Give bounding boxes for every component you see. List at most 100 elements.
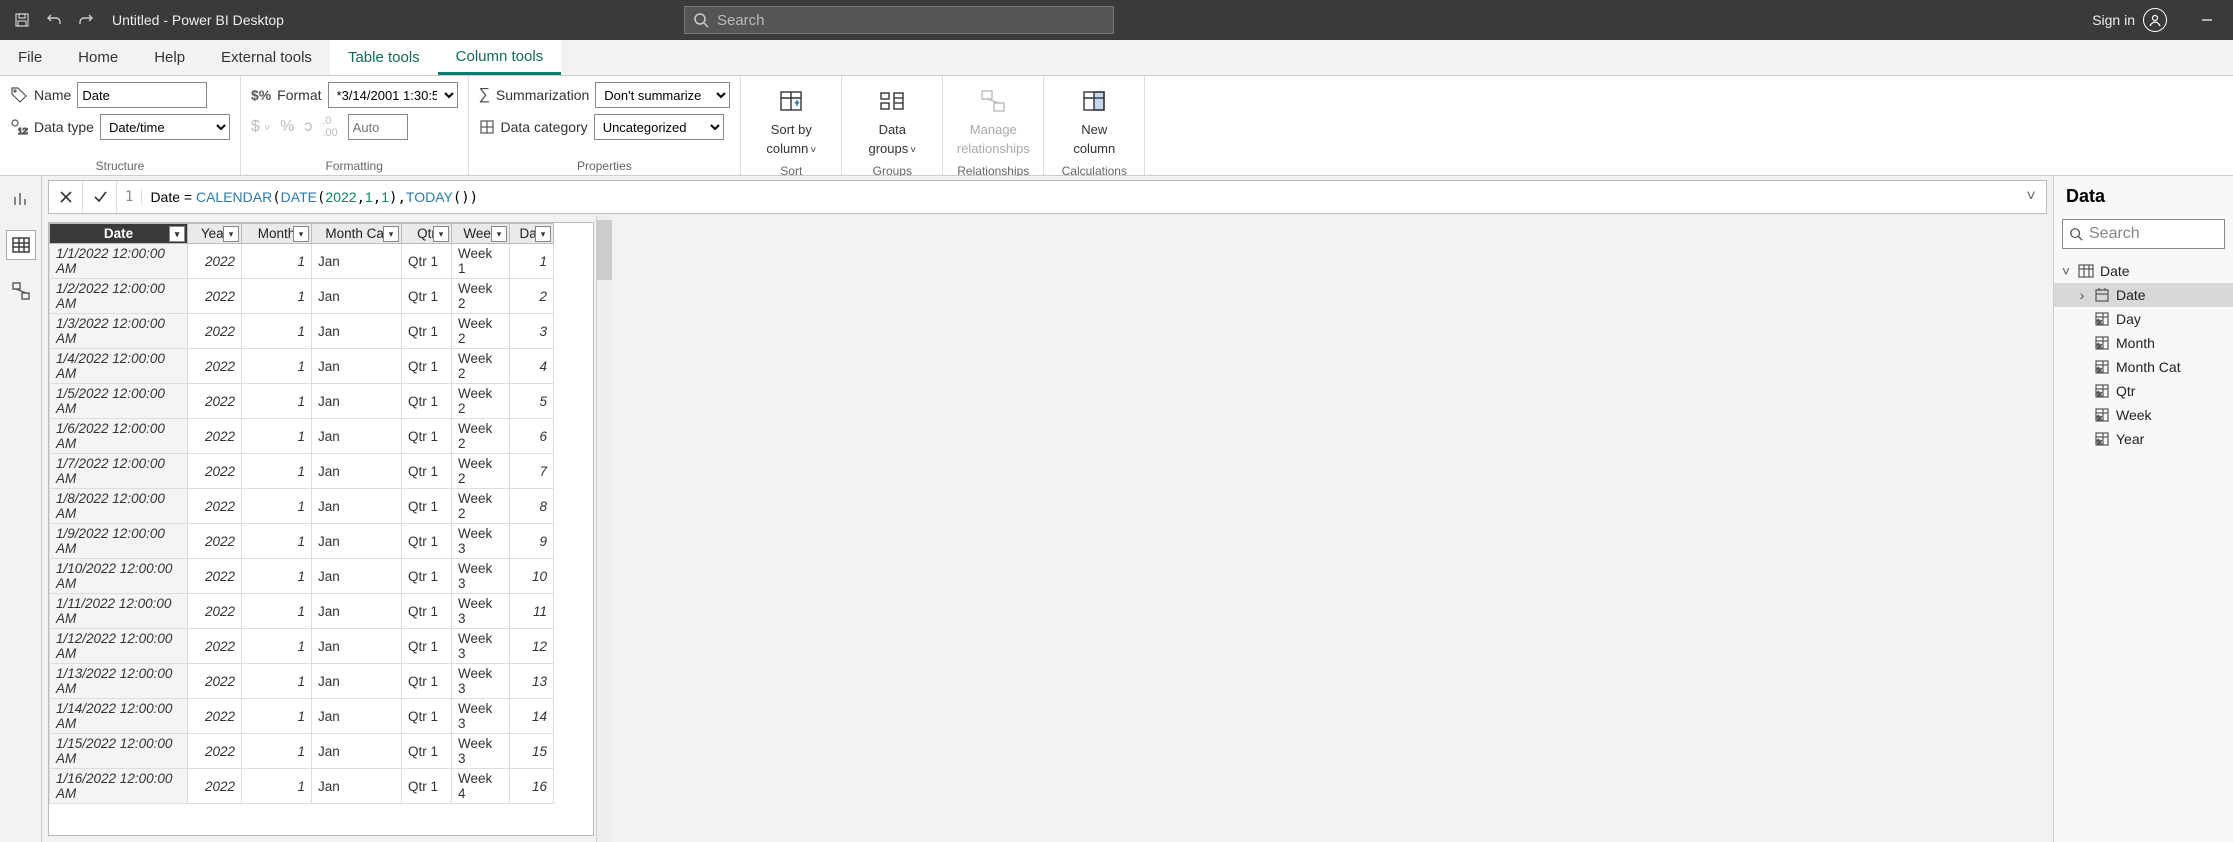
- table-row[interactable]: 1/6/2022 12:00:00 AM20221JanQtr 1Week 26: [50, 419, 554, 454]
- column-header-week[interactable]: Week▾: [452, 224, 510, 244]
- table-row[interactable]: 1/2/2022 12:00:00 AM20221JanQtr 1Week 22: [50, 279, 554, 314]
- data-view-button[interactable]: [6, 230, 36, 260]
- save-icon[interactable]: [6, 4, 38, 36]
- table-row[interactable]: 1/12/2022 12:00:00 AM20221JanQtr 1Week 3…: [50, 629, 554, 664]
- table-row[interactable]: 1/3/2022 12:00:00 AM20221JanQtr 1Week 23: [50, 314, 554, 349]
- manage-relationships-button[interactable]: Manage relationships: [953, 82, 1033, 162]
- table-row[interactable]: 1/5/2022 12:00:00 AM20221JanQtr 1Week 25: [50, 384, 554, 419]
- filter-dropdown-icon[interactable]: ▾: [433, 226, 449, 242]
- table-row[interactable]: 1/16/2022 12:00:00 AM20221JanQtr 1Week 4…: [50, 769, 554, 804]
- filter-dropdown-icon[interactable]: ▾: [535, 226, 551, 242]
- formula-line-number: 1: [117, 189, 142, 205]
- ribbon-group-formatting: $% Format *3/14/2001 1:30:55… $ ˅ % ↄ .0…: [241, 76, 469, 175]
- formula-expand-button[interactable]: ˅: [2016, 188, 2046, 206]
- column-header-year[interactable]: Year▾: [188, 224, 242, 244]
- vertical-scrollbar[interactable]: [596, 216, 612, 842]
- name-input[interactable]: [77, 82, 207, 108]
- minimize-button[interactable]: [2187, 0, 2227, 40]
- redo-icon[interactable]: [70, 4, 102, 36]
- ribbon-group-groups: Data groups˅ Groups: [842, 76, 943, 175]
- filter-dropdown-icon[interactable]: ▾: [169, 226, 185, 242]
- field-qtr[interactable]: fxQtr: [2054, 379, 2233, 403]
- chevron-down-icon: ˅: [2060, 263, 2072, 279]
- percent-button[interactable]: %: [280, 118, 294, 136]
- fields-search[interactable]: Search: [2062, 219, 2225, 249]
- table-row[interactable]: 1/8/2022 12:00:00 AM20221JanQtr 1Week 28: [50, 489, 554, 524]
- column-header-date[interactable]: Date▾: [50, 224, 188, 244]
- ribbon: Name 123 Data type Date/time Structure $…: [0, 76, 2233, 176]
- summarization-select[interactable]: Don't summarize: [595, 82, 730, 108]
- table-row[interactable]: 1/14/2022 12:00:00 AM20221JanQtr 1Week 3…: [50, 699, 554, 734]
- category-icon: [479, 119, 495, 135]
- currency-button[interactable]: $ ˅: [251, 118, 270, 136]
- datacategory-select[interactable]: Uncategorized: [594, 114, 724, 140]
- comma-button[interactable]: ↄ: [304, 118, 312, 136]
- field-date[interactable]: ›Date: [2054, 283, 2233, 307]
- calculated-column-icon: fx: [2094, 311, 2110, 327]
- field-month-cat[interactable]: fxMonth Cat: [2054, 355, 2233, 379]
- field-year[interactable]: fxYear: [2054, 427, 2233, 451]
- undo-icon[interactable]: [38, 4, 70, 36]
- field-day[interactable]: fxDay: [2054, 307, 2233, 331]
- column-header-day[interactable]: Day▾: [510, 224, 554, 244]
- global-search[interactable]: Search: [684, 6, 1114, 34]
- ribbon-group-structure: Name 123 Data type Date/time Structure: [0, 76, 241, 175]
- formula-bar: 1 Date = CALENDAR(DATE(2022,1,1),TODAY()…: [48, 180, 2047, 214]
- ribbon-group-properties: ∑ Summarization Don't summarize Data cat…: [469, 76, 742, 175]
- filter-dropdown-icon[interactable]: ▾: [293, 226, 309, 242]
- external-tools-tab[interactable]: External tools: [203, 40, 330, 75]
- svg-text:fx: fx: [2097, 416, 2102, 422]
- sort-by-column-button[interactable]: Sort by column˅: [751, 82, 831, 162]
- column-header-qtr[interactable]: Qtr▾: [402, 224, 452, 244]
- help-tab[interactable]: Help: [136, 40, 203, 75]
- formula-input[interactable]: Date = CALENDAR(DATE(2022,1,1),TODAY()): [142, 189, 2016, 206]
- tag-icon: [10, 86, 28, 104]
- table-row[interactable]: 1/11/2022 12:00:00 AM20221JanQtr 1Week 3…: [50, 594, 554, 629]
- tree-table-date[interactable]: ˅ Date: [2054, 259, 2233, 283]
- table-row[interactable]: 1/15/2022 12:00:00 AM20221JanQtr 1Week 3…: [50, 734, 554, 769]
- new-column-button[interactable]: New column: [1054, 82, 1134, 162]
- table-row[interactable]: 1/13/2022 12:00:00 AM20221JanQtr 1Week 3…: [50, 664, 554, 699]
- chevron-right-icon: ›: [2076, 287, 2088, 303]
- decimal-places-input[interactable]: [348, 114, 408, 140]
- user-icon[interactable]: [2143, 8, 2167, 32]
- column-header-month-cat[interactable]: Month Cat▾: [312, 224, 402, 244]
- svg-text:123: 123: [18, 127, 28, 136]
- view-rail: [0, 176, 42, 842]
- datatype-select[interactable]: Date/time: [100, 114, 230, 140]
- table-row[interactable]: 1/9/2022 12:00:00 AM20221JanQtr 1Week 39: [50, 524, 554, 559]
- svg-text:fx: fx: [2097, 344, 2102, 350]
- data-groups-button[interactable]: Data groups˅: [852, 82, 932, 162]
- formatting-group-label: Formatting: [251, 159, 458, 173]
- main-area: 1 Date = CALENDAR(DATE(2022,1,1),TODAY()…: [42, 176, 2053, 842]
- home-tab[interactable]: Home: [60, 40, 136, 75]
- filter-dropdown-icon[interactable]: ▾: [491, 226, 507, 242]
- model-view-button[interactable]: [6, 276, 36, 306]
- column-tools-tab[interactable]: Column tools: [438, 40, 562, 75]
- format-select[interactable]: *3/14/2001 1:30:55…: [328, 82, 458, 108]
- table-row[interactable]: 1/10/2022 12:00:00 AM20221JanQtr 1Week 3…: [50, 559, 554, 594]
- menubar: File Home Help External tools Table tool…: [0, 40, 2233, 76]
- field-week[interactable]: fxWeek: [2054, 403, 2233, 427]
- format-icon: $%: [251, 87, 271, 103]
- window-title: Untitled - Power BI Desktop: [112, 12, 284, 28]
- filter-dropdown-icon[interactable]: ▾: [383, 226, 399, 242]
- table-tools-tab[interactable]: Table tools: [330, 40, 438, 75]
- signin-button[interactable]: Sign in: [2092, 12, 2135, 28]
- table-row[interactable]: 1/1/2022 12:00:00 AM20221JanQtr 1Week 11: [50, 244, 554, 279]
- report-view-button[interactable]: [6, 184, 36, 214]
- table-row[interactable]: 1/4/2022 12:00:00 AM20221JanQtr 1Week 24: [50, 349, 554, 384]
- calculated-column-icon: fx: [2094, 407, 2110, 423]
- sigma-icon: ∑: [479, 86, 490, 104]
- ribbon-group-relationships: Manage relationships Relationships: [943, 76, 1044, 175]
- filter-dropdown-icon[interactable]: ▾: [223, 226, 239, 242]
- field-month[interactable]: fxMonth: [2054, 331, 2233, 355]
- svg-text:fx: fx: [2097, 320, 2102, 326]
- table-row[interactable]: 1/7/2022 12:00:00 AM20221JanQtr 1Week 27: [50, 454, 554, 489]
- column-header-month[interactable]: Month▾: [242, 224, 312, 244]
- fields-tree: ˅ Date ›DatefxDayfxMonthfxMonth CatfxQtr…: [2054, 259, 2233, 451]
- formula-commit-button[interactable]: [83, 181, 117, 213]
- decimal-button[interactable]: .0.00: [322, 115, 337, 139]
- file-menu[interactable]: File: [0, 40, 60, 75]
- formula-cancel-button[interactable]: [49, 181, 83, 213]
